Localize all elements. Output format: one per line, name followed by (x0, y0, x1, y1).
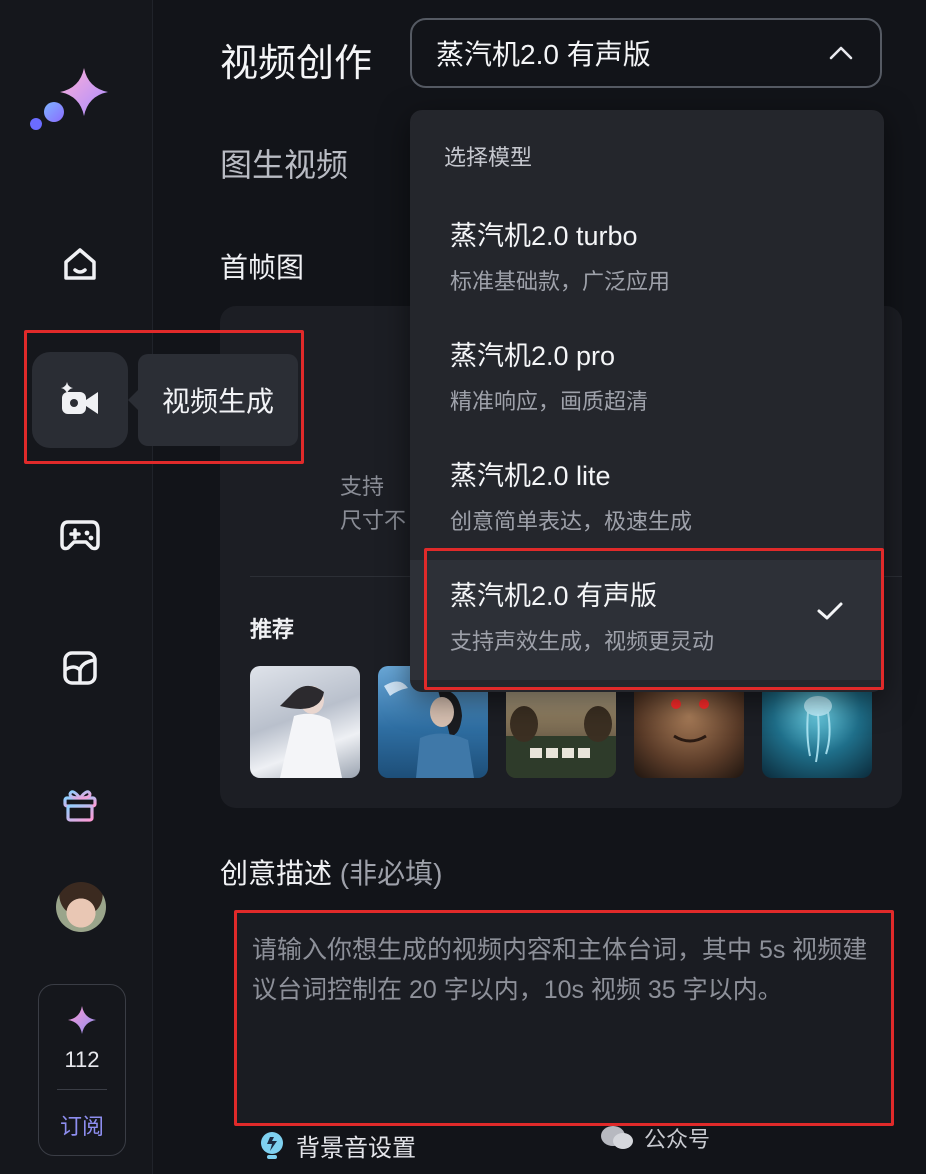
description-optional: (非必填) (339, 858, 443, 889)
model-option-desc: 精准响应，画质超清 (450, 389, 649, 414)
model-option-desc: 创意简单表达，极速生成 (450, 509, 693, 534)
sparkle-credit-icon (68, 1006, 96, 1034)
credits-divider (57, 1089, 107, 1090)
wechat-icon (601, 1126, 633, 1149)
model-dropdown: 选择模型 蒸汽机2.0 turbo 标准基础款，广泛应用 蒸汽机2.0 pro … (410, 110, 884, 692)
watermark-text: 公众号 (644, 1127, 711, 1152)
model-option-name: 蒸汽机2.0 turbo (450, 221, 638, 251)
nav-assets[interactable] (32, 620, 128, 716)
bulb-icon (261, 1131, 283, 1159)
model-option-desc: 支持声效生成，视频更灵动 (450, 629, 715, 654)
bgm-label: 背景音设置 (296, 1135, 416, 1162)
model-option-lite[interactable]: 蒸汽机2.0 lite 创意简单表达，极速生成 (410, 440, 884, 560)
sidebar: 112 订阅 (0, 0, 153, 1174)
video-camera-sparkle-icon (61, 382, 98, 414)
nav-tooltip: 视频生成 (128, 354, 298, 446)
thumb-figure-white (280, 685, 342, 778)
nav-video-generation[interactable] (32, 352, 128, 448)
model-select-value: 蒸汽机2.0 有声版 (436, 39, 651, 70)
app-logo-icon[interactable] (28, 66, 112, 132)
description-label: 创意描述 (非必填) (220, 852, 442, 892)
model-option-name: 蒸汽机2.0 pro (450, 341, 616, 371)
credits-panel[interactable]: 112 订阅 (38, 984, 126, 1156)
first-frame-label: 首帧图 (220, 252, 305, 283)
model-select[interactable]: 蒸汽机2.0 有声版 (410, 18, 882, 88)
recommend-thumb-1[interactable] (250, 666, 360, 778)
model-option-pro[interactable]: 蒸汽机2.0 pro 精准响应，画质超清 (410, 320, 884, 440)
bgm-settings[interactable]: 背景音设置 (258, 1128, 416, 1163)
tab-image-to-video[interactable]: 图生视频 (220, 140, 348, 186)
recommend-label: 推荐 (250, 617, 295, 642)
chevron-up-icon (829, 46, 853, 60)
subscribe-link[interactable]: 订阅 (39, 1109, 125, 1141)
nav-game[interactable] (32, 486, 128, 582)
description-textarea[interactable]: 请输入你想生成的视频内容和主体台词，其中 5s 视频建议台词控制在 20 字以内… (236, 912, 892, 1124)
credits-value: 112 (64, 1047, 100, 1072)
dropdown-header: 选择模型 (444, 145, 533, 170)
home-icon (64, 248, 96, 280)
upload-hint: 支持 尺寸不 (340, 470, 406, 538)
model-option-audio[interactable]: 蒸汽机2.0 有声版 支持声效生成，视频更灵动 (410, 560, 884, 680)
user-avatar[interactable] (56, 882, 106, 932)
watermark: 公众号 (600, 1122, 710, 1154)
model-option-desc: 标准基础款，广泛应用 (450, 269, 671, 294)
nav-home[interactable] (32, 216, 128, 312)
nav-gift[interactable] (32, 756, 128, 852)
gift-icon (63, 790, 97, 822)
page-title: 视频创作 (220, 43, 373, 85)
model-option-name: 蒸汽机2.0 lite (450, 461, 611, 491)
folder-image-icon (63, 651, 97, 685)
check-icon (817, 602, 843, 620)
description-title: 创意描述 (220, 858, 333, 889)
upload-hint-line2: 尺寸不 (340, 508, 407, 533)
gamepad-icon (60, 520, 100, 551)
upload-hint-line1: 支持 (340, 474, 385, 499)
model-option-turbo[interactable]: 蒸汽机2.0 turbo 标准基础款，广泛应用 (410, 200, 884, 320)
model-option-name: 蒸汽机2.0 有声版 (450, 581, 658, 611)
